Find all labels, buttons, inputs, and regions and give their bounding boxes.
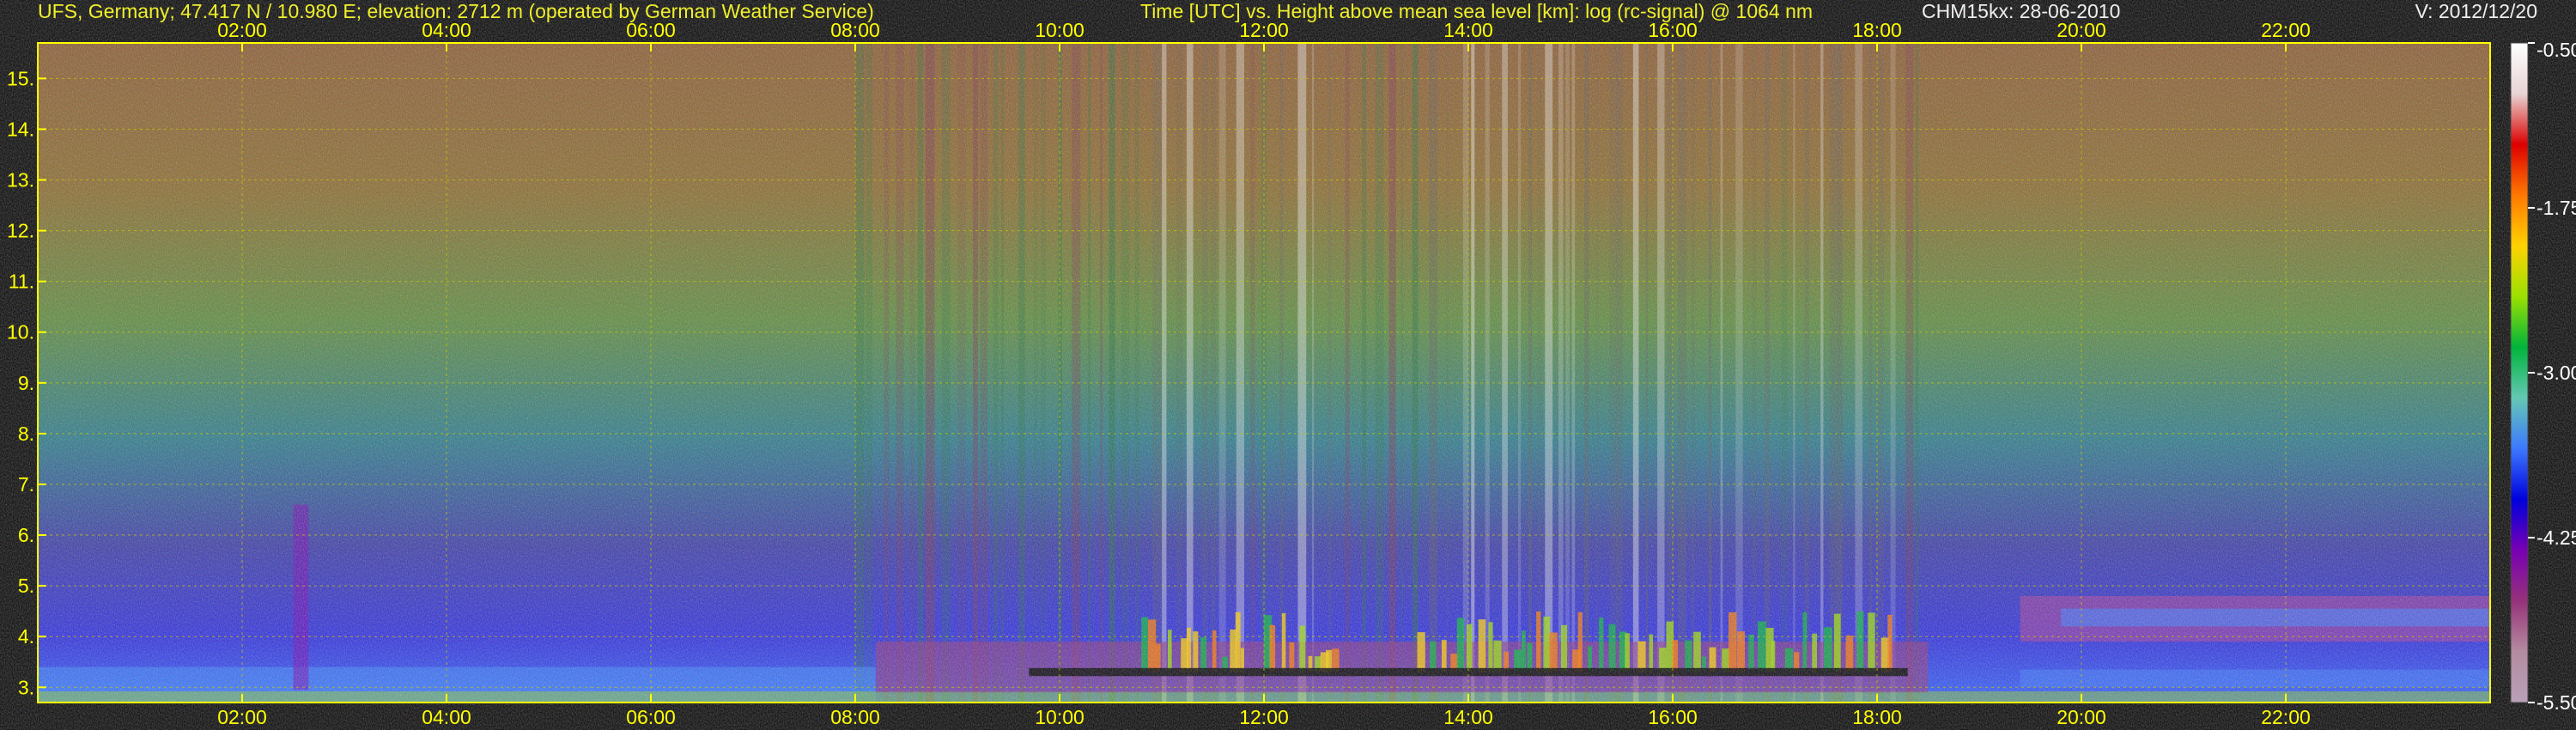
x-tick-label-bottom: 20:00 xyxy=(2057,706,2106,728)
x-tick-label-bottom: 18:00 xyxy=(1852,706,1902,728)
y-tick-label: 4. xyxy=(18,625,34,648)
y-tick-label: 5. xyxy=(18,575,34,597)
y-tick-label: 11. xyxy=(9,271,34,293)
x-tick-label-top: 10:00 xyxy=(1035,19,1084,41)
x-tick-label-bottom: 22:00 xyxy=(2261,706,2311,728)
x-tick-label-bottom: 10:00 xyxy=(1035,706,1084,728)
x-tick-label-bottom: 12:00 xyxy=(1239,706,1289,728)
x-tick-label-top: 22:00 xyxy=(2261,19,2311,41)
y-tick-label: 13. xyxy=(7,169,34,192)
colorbar-tick-label: -1.75 xyxy=(2537,197,2576,219)
heatmap-plot xyxy=(37,42,2491,703)
y-tick-label: 7. xyxy=(18,473,34,496)
x-tick-label-bottom: 04:00 xyxy=(422,706,471,728)
y-tick-label: 10. xyxy=(7,321,34,344)
x-tick-label-top: 08:00 xyxy=(830,19,880,41)
colorbar-strip xyxy=(2511,43,2528,703)
x-tick-label-top: 02:00 xyxy=(217,19,267,41)
x-tick-label-top: 06:00 xyxy=(626,19,676,41)
colorbar-tick-label: -5.50 xyxy=(2537,691,2576,714)
x-tick-label-bottom: 06:00 xyxy=(626,706,676,728)
x-tick-label-top: 18:00 xyxy=(1852,19,1902,41)
x-tick-label-bottom: 14:00 xyxy=(1443,706,1493,728)
x-tick-label-top: 16:00 xyxy=(1648,19,1698,41)
x-tick-label-bottom: 02:00 xyxy=(217,706,267,728)
x-tick-label-top: 04:00 xyxy=(422,19,471,41)
y-tick-label: 8. xyxy=(18,423,34,445)
y-tick-label: 12. xyxy=(7,220,34,242)
version-label: V: 2012/12/20 xyxy=(2415,0,2537,22)
x-tick-label-bottom: 16:00 xyxy=(1648,706,1698,728)
y-tick-label: 14. xyxy=(7,118,34,140)
colorbar-tick-label: -4.25 xyxy=(2537,526,2576,549)
y-tick-label: 15. xyxy=(7,67,34,89)
x-tick-label-top: 12:00 xyxy=(1239,19,1289,41)
colorbar-tick-label: -3.00 xyxy=(2537,362,2576,384)
colorbar-tick-label: -0.50 xyxy=(2537,39,2576,61)
lidar-quicklook: UFS, Germany; 47.417 N / 10.980 E; eleva… xyxy=(7,0,2576,728)
y-tick-label: 3. xyxy=(18,676,34,698)
y-tick-label: 6. xyxy=(18,524,34,546)
y-tick-label: 9. xyxy=(18,372,34,394)
x-tick-label-bottom: 08:00 xyxy=(830,706,880,728)
colorbar: -0.50 -1.75 -3.00 -4.25 -5.50 xyxy=(2510,39,2576,714)
x-tick-label-top: 20:00 xyxy=(2057,19,2106,41)
x-tick-label-top: 14:00 xyxy=(1443,19,1493,41)
colorbar-ticks: -0.50 -1.75 -3.00 -4.25 -5.50 xyxy=(2528,39,2576,714)
